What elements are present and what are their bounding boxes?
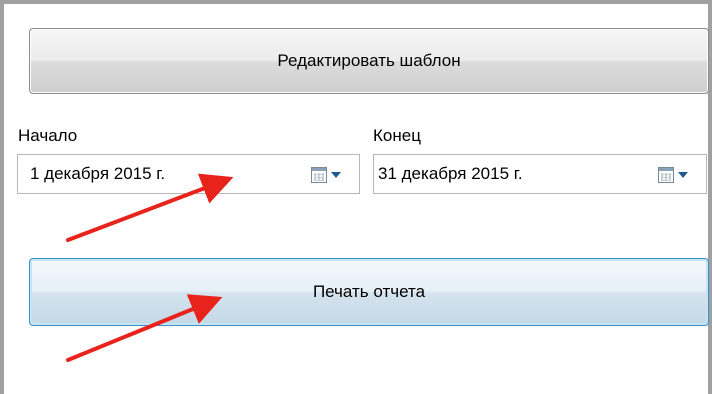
end-date-value[interactable]: 31 декабря 2015 г. [378, 164, 523, 184]
start-date-label: Начало [18, 126, 78, 145]
edit-template-button[interactable]: Редактировать шаблон [29, 28, 709, 94]
panel-border-top [0, 0, 712, 4]
panel-border-left [0, 0, 4, 394]
print-report-button[interactable]: Печать отчета [29, 258, 709, 326]
chevron-down-icon [678, 172, 688, 178]
print-report-button-label: Печать отчета [312, 282, 426, 301]
start-date-dropdown-button[interactable] [311, 165, 351, 185]
calendar-icon [311, 167, 327, 183]
end-date-label: Конец [373, 126, 421, 145]
start-date-value[interactable]: 1 декабря 2015 г. [30, 164, 165, 184]
calendar-icon [658, 167, 674, 183]
start-date-picker[interactable]: 1 декабря 2015 г. [17, 154, 360, 194]
end-date-dropdown-button[interactable] [658, 165, 698, 185]
end-date-picker[interactable]: 31 декабря 2015 г. [373, 154, 707, 194]
chevron-down-icon [331, 172, 341, 178]
edit-template-button-label: Редактировать шаблон [277, 51, 461, 70]
